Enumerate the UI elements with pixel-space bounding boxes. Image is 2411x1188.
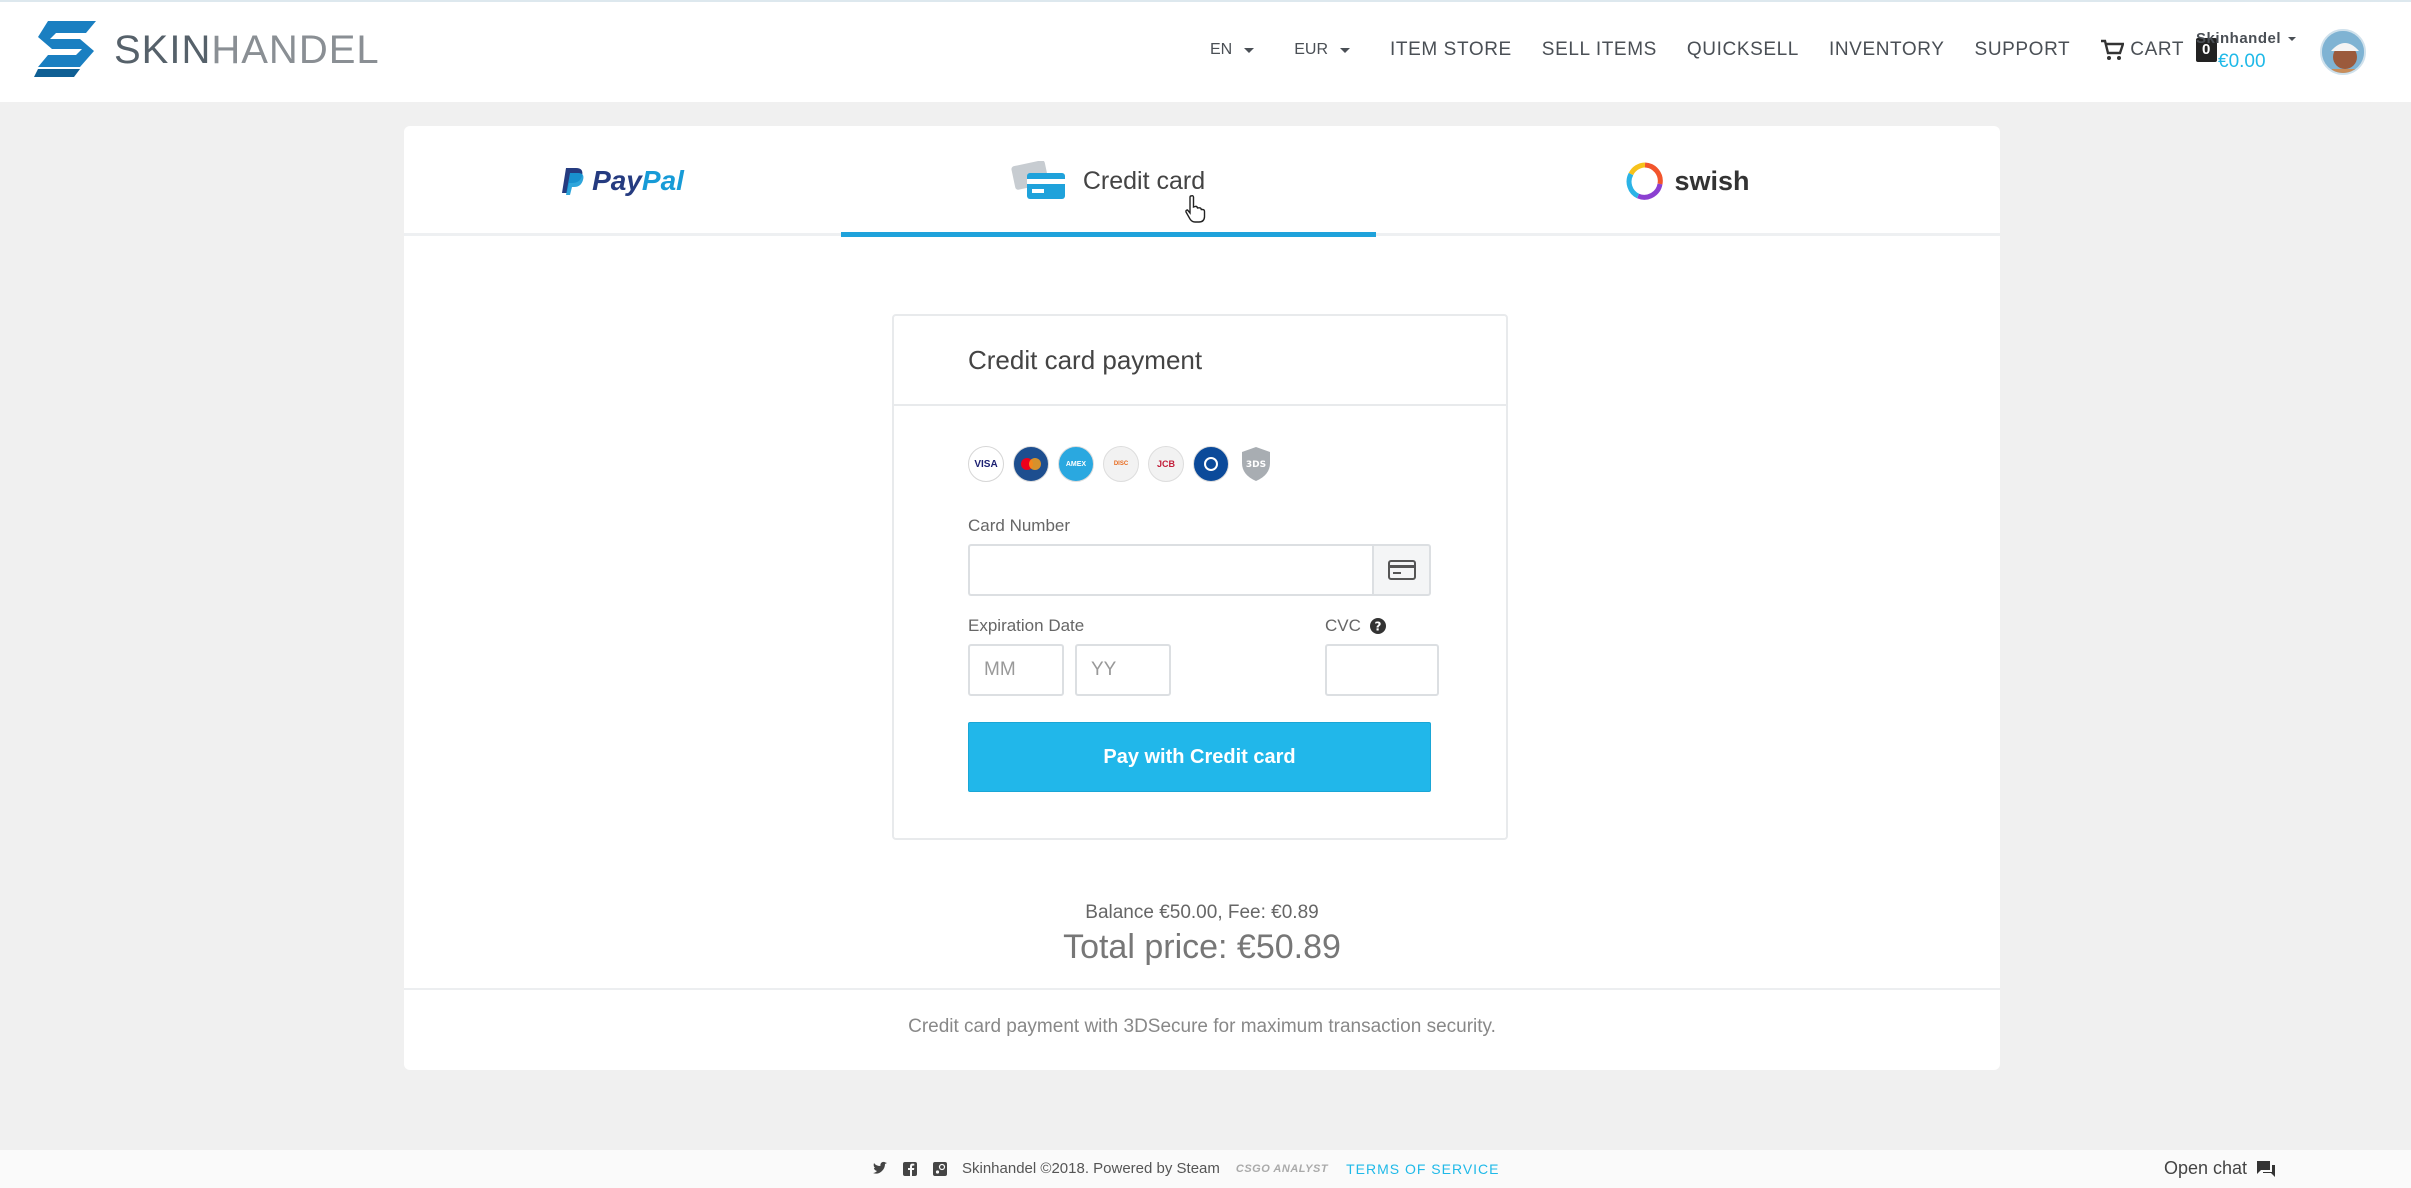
caret-down-icon (1244, 47, 1255, 53)
open-chat-label: Open chat (2164, 1158, 2248, 1178)
form-title: Credit card payment (968, 344, 1203, 375)
security-note: Credit card payment with 3DSecure for ma… (908, 1016, 1496, 1037)
form-header: Credit card payment (894, 316, 1506, 406)
tab-credit-card-label: Credit card (1082, 166, 1206, 195)
help-icon[interactable]: ? (1369, 617, 1387, 635)
caret-down-icon (1340, 47, 1351, 53)
user-avatar-icon (2322, 31, 2364, 73)
card-number-label: Card Number (968, 516, 1071, 535)
logo-text: SKINHANDEL (114, 27, 380, 72)
cart-label: CART (2130, 39, 2185, 60)
balance-fee-text: Balance €50.00, Fee: €0.89 (1085, 902, 1319, 923)
csgo-analyst-logo[interactable]: CSGO ANALYST (1236, 1163, 1328, 1175)
nav-sell-items[interactable]: SELL ITEMS (1542, 39, 1657, 61)
tab-credit-card[interactable]: Credit card (840, 126, 1376, 236)
user-balance: €0.00 (2218, 51, 2266, 72)
paypal-icon (562, 168, 584, 195)
card-addon (1372, 544, 1431, 596)
paypal-wordmark: PayPal (592, 165, 684, 196)
card-input-icon (1387, 560, 1416, 580)
tab-paypal[interactable]: PayPal (404, 126, 840, 236)
nav-quicksell[interactable]: QUICKSELL (1687, 39, 1799, 61)
cart-icon (2101, 39, 2125, 60)
top-header: SKINHANDEL EN EUR ITEM STORE SELL ITEMS … (0, 0, 2411, 102)
cvc-input[interactable] (1325, 644, 1439, 696)
credit-card-icon (1011, 161, 1065, 199)
username: Skinhandel (2196, 30, 2282, 47)
expiration-date-label: Expiration Date (968, 616, 1085, 635)
credit-card-form: Credit card payment VISA AMEX DISC JCB 3… (892, 314, 1508, 840)
amex-icon: AMEX (1058, 446, 1094, 482)
expiry-month-input[interactable]: MM (968, 644, 1064, 696)
svg-text:3DS: 3DS (1246, 460, 1266, 470)
pay-with-credit-card-button[interactable]: Pay with Credit card (968, 722, 1431, 792)
expiry-year-input[interactable]: YY (1075, 644, 1171, 696)
user-menu[interactable]: Skinhandel €0.00 (2196, 30, 2326, 73)
visa-icon: VISA (968, 446, 1004, 482)
total-price: Total price: €50.89 (1063, 928, 1341, 966)
diners-icon (1193, 446, 1229, 482)
logo[interactable]: SKINHANDEL (34, 18, 380, 82)
nav-inventory[interactable]: INVENTORY (1829, 39, 1945, 61)
footer-links: Skinhandel ©2018. Powered by Steam CSGO … (872, 1160, 1500, 1177)
nav-item-store[interactable]: ITEM STORE (1390, 39, 1512, 61)
open-chat-button[interactable]: Open chat (2164, 1158, 2277, 1179)
card-number-input[interactable] (968, 544, 1374, 596)
mouse-pointer-icon (1185, 194, 1206, 223)
footer: Skinhandel ©2018. Powered by Steam CSGO … (0, 1150, 2411, 1188)
username-dropdown[interactable]: Skinhandel (2196, 30, 2326, 47)
cvc-label: CVC (1325, 616, 1361, 635)
jcb-icon: JCB (1148, 446, 1184, 482)
language-dropdown[interactable]: EN (1210, 41, 1255, 59)
steam-icon[interactable] (932, 1161, 948, 1177)
swish-icon (1627, 162, 1664, 200)
3ds-icon: 3DS (1238, 446, 1274, 482)
swish-wordmark: swish (1674, 165, 1750, 196)
twitter-icon[interactable] (872, 1161, 888, 1177)
terms-of-service-link[interactable]: TERMS OF SERVICE (1346, 1161, 1499, 1177)
main-nav: EN EUR ITEM STORE SELL ITEMS QUICKSELL I… (1210, 32, 2218, 68)
mastercard-icon (1013, 446, 1049, 482)
card-brand-list: VISA AMEX DISC JCB 3DS (968, 446, 1283, 482)
tab-swish[interactable]: swish (1376, 126, 2000, 236)
avatar[interactable] (2320, 29, 2366, 75)
currency-dropdown[interactable]: EUR (1294, 41, 1351, 59)
nav-support[interactable]: SUPPORT (1975, 39, 2071, 61)
copyright-text: Skinhandel ©2018. Powered by Steam (962, 1160, 1220, 1177)
divider (404, 988, 2000, 990)
caret-down-icon (2288, 36, 2297, 41)
discover-icon: DISC (1103, 446, 1139, 482)
skinhandel-logo-icon (34, 21, 96, 77)
language-label: EN (1210, 41, 1233, 58)
currency-label: EUR (1294, 41, 1329, 58)
active-tab-indicator (841, 232, 1376, 237)
cvc-label-row: CVC ? (1325, 616, 1387, 636)
svg-text:?: ? (1374, 620, 1381, 634)
facebook-icon[interactable] (902, 1161, 918, 1177)
chat-icon (2257, 1160, 2276, 1177)
payment-panel: PayPal Credit card swish Credit card pay (404, 126, 2000, 1070)
